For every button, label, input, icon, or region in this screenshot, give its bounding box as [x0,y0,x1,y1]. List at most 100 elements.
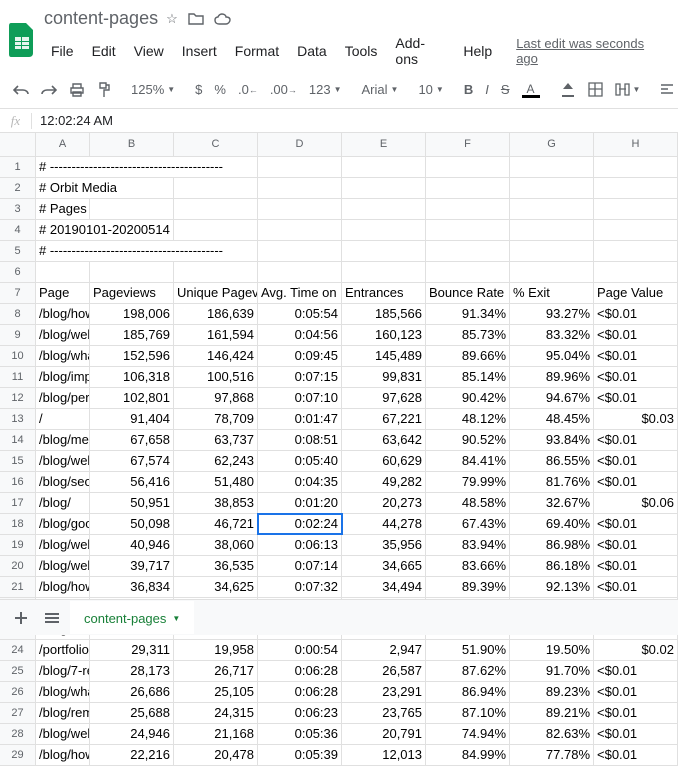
menu-tools[interactable]: Tools [338,39,385,63]
cell[interactable]: /blog/wha [36,682,90,702]
cell[interactable]: 67,221 [342,409,426,429]
number-format-dropdown[interactable]: 123 ▼ [304,79,347,100]
cell[interactable]: <$0.01 [594,745,678,765]
cell[interactable]: 0:05:54 [258,304,342,324]
cell[interactable]: 12,013 [342,745,426,765]
row-header[interactable]: 21 [0,577,36,597]
cell[interactable]: <$0.01 [594,577,678,597]
column-header-H[interactable]: H [594,133,678,156]
cell[interactable]: 24,315 [174,703,258,723]
cell[interactable]: /blog/impr [36,367,90,387]
cell[interactable]: 0:07:15 [258,367,342,387]
cell[interactable]: 19,958 [174,640,258,660]
cell[interactable] [594,178,678,198]
cell[interactable] [174,178,258,198]
cell[interactable]: 93.84% [510,430,594,450]
cell[interactable] [342,241,426,261]
cell[interactable]: $0.03 [594,409,678,429]
cell[interactable]: 74.94% [426,724,510,744]
cell[interactable]: 60,629 [342,451,426,471]
text-color-button[interactable]: A [517,78,545,102]
cell[interactable]: 36,535 [174,556,258,576]
cell[interactable] [510,157,594,177]
cell[interactable]: 0:02:24 [258,514,342,534]
cell[interactable]: 86.94% [426,682,510,702]
cell[interactable]: 91.70% [510,661,594,681]
merge-button[interactable]: ▼ [610,80,646,99]
cell[interactable]: 21,168 [174,724,258,744]
cell[interactable]: 69.40% [510,514,594,534]
column-header-C[interactable]: C [174,133,258,156]
cell[interactable]: 0:01:20 [258,493,342,513]
row-header[interactable]: 16 [0,472,36,492]
cell[interactable]: 90.42% [426,388,510,408]
cell[interactable]: 97,628 [342,388,426,408]
cell[interactable]: # 20190101-20200514 [36,220,90,240]
cell[interactable] [258,199,342,219]
row-header[interactable]: 25 [0,661,36,681]
cell[interactable] [594,262,678,282]
cell[interactable]: 160,123 [342,325,426,345]
cell[interactable]: 95.04% [510,346,594,366]
cell[interactable]: /blog/ [36,493,90,513]
menu-edit[interactable]: Edit [85,39,123,63]
cell[interactable]: 63,737 [174,430,258,450]
cell[interactable]: /blog/web [36,535,90,555]
paint-format-button[interactable] [92,78,116,102]
cell[interactable] [174,199,258,219]
row-header[interactable]: 3 [0,199,36,219]
cell[interactable] [342,220,426,240]
cell[interactable]: 91,404 [90,409,174,429]
cell[interactable]: Pageviews [90,283,174,303]
row-header[interactable]: 6 [0,262,36,282]
menu-insert[interactable]: Insert [175,39,224,63]
cell[interactable]: 20,791 [342,724,426,744]
cell[interactable]: 87.62% [426,661,510,681]
cell[interactable]: 35,956 [342,535,426,555]
cell[interactable]: Unique Pageviews [174,283,258,303]
column-header-E[interactable]: E [342,133,426,156]
cell[interactable]: 38,853 [174,493,258,513]
increase-decimal-button[interactable]: .00→ [265,78,302,101]
cell[interactable]: 185,566 [342,304,426,324]
row-header[interactable]: 7 [0,283,36,303]
cell[interactable]: 23,291 [342,682,426,702]
cell[interactable]: 36,834 [90,577,174,597]
cell[interactable]: 99,831 [342,367,426,387]
cell[interactable]: 48.12% [426,409,510,429]
cell[interactable] [426,199,510,219]
cell[interactable]: $0.06 [594,493,678,513]
cell[interactable] [594,220,678,240]
cell[interactable] [510,178,594,198]
cell[interactable]: <$0.01 [594,682,678,702]
cell[interactable]: 84.41% [426,451,510,471]
cell[interactable] [594,241,678,261]
cell[interactable] [594,199,678,219]
cell[interactable]: Page [36,283,90,303]
formula-input[interactable]: 12:02:24 AM [32,113,678,128]
cell[interactable]: # Orbit Media [36,178,90,198]
cell[interactable]: 34,625 [174,577,258,597]
row-header[interactable]: 20 [0,556,36,576]
cell[interactable]: 83.94% [426,535,510,555]
percent-button[interactable]: % [209,78,231,101]
cell[interactable]: 20,273 [342,493,426,513]
column-header-D[interactable]: D [258,133,342,156]
row-header[interactable]: 29 [0,745,36,765]
cell[interactable]: /blog/web [36,556,90,576]
cell[interactable]: Avg. Time on Page [258,283,342,303]
cell[interactable] [510,241,594,261]
row-header[interactable]: 14 [0,430,36,450]
cell[interactable]: /blog/web [36,724,90,744]
cell[interactable]: Bounce Rate [426,283,510,303]
cell[interactable]: /blog/how [36,745,90,765]
cell[interactable]: 63,642 [342,430,426,450]
cell[interactable]: 89.23% [510,682,594,702]
borders-button[interactable] [583,78,608,101]
cell[interactable]: /blog/med [36,430,90,450]
cell[interactable]: /blog/web [36,325,90,345]
cell[interactable] [36,262,90,282]
menu-format[interactable]: Format [228,39,286,63]
cell[interactable] [342,262,426,282]
row-header[interactable]: 4 [0,220,36,240]
